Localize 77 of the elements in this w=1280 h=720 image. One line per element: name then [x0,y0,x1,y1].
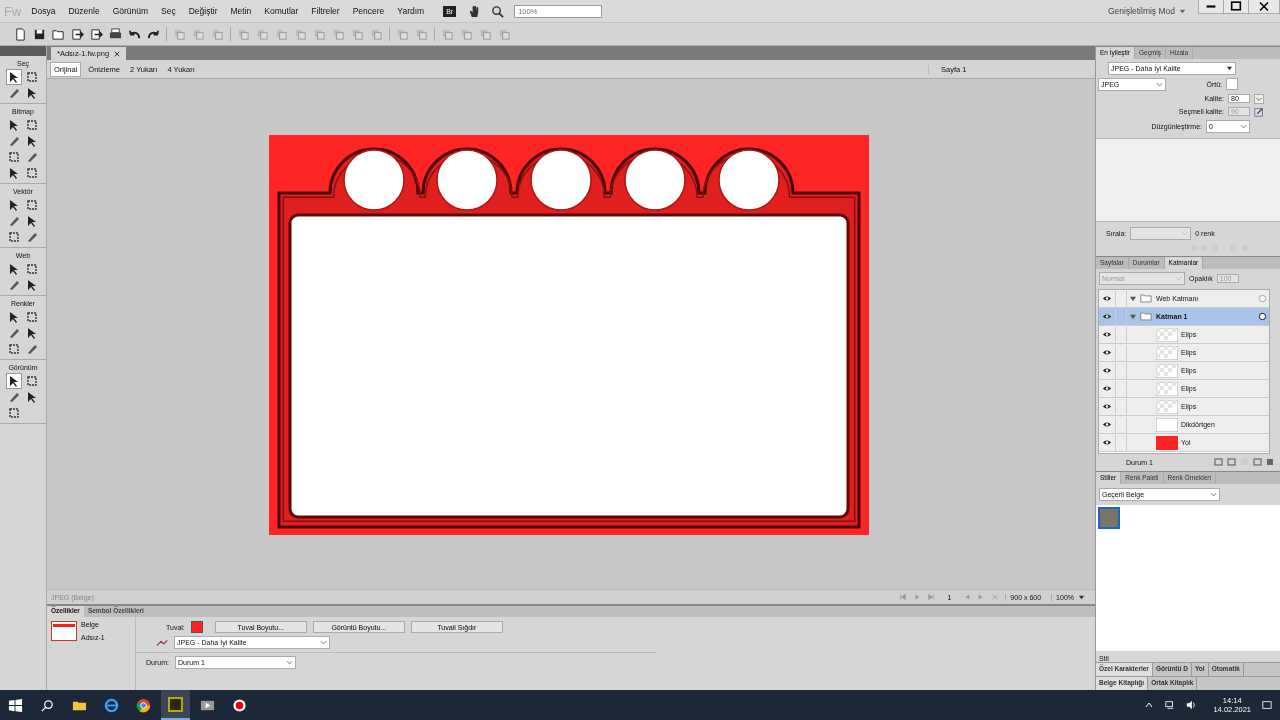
minimize-button[interactable] [1199,0,1224,13]
menu-item[interactable]: Yardım [397,6,425,16]
lock-cell[interactable] [1115,326,1127,343]
matte-swatch[interactable] [1226,78,1238,91]
close-button[interactable] [1249,0,1279,13]
menu-item[interactable]: Komutlar [264,6,299,16]
lock-cell[interactable] [1115,416,1127,433]
menu-item[interactable]: Filtreler [311,6,340,16]
caret-icon [1179,7,1186,15]
caret-icon [1240,122,1247,130]
layer-thumbnail [1156,435,1178,450]
caret-icon [320,639,327,646]
menu-item[interactable]: Dosya [31,6,56,16]
menu-item[interactable]: Düzenle [68,6,100,16]
eye-icon[interactable] [1102,349,1112,357]
lock-cell[interactable] [1115,344,1127,361]
canvas-color-swatch[interactable] [190,621,203,633]
caret-icon [1156,80,1163,88]
volume-icon[interactable] [1186,700,1197,710]
caret-icon [1175,275,1182,283]
workspace-menu[interactable]: Genişletilmiş Mod [1107,6,1186,16]
panel-header-bar [0,46,46,56]
folder-icon[interactable] [52,27,65,41]
expand-triangle-icon[interactable] [1130,313,1136,320]
search-icon[interactable] [40,697,55,713]
menu-item[interactable]: Görünüm [112,6,149,16]
layer-tools-icon[interactable] [1214,458,1274,467]
lock-cell[interactable] [1115,362,1127,379]
import-icon[interactable] [71,27,84,41]
record-icon[interactable] [232,697,247,713]
eye-icon[interactable] [1102,367,1112,375]
layer-thumbnail [1156,417,1178,432]
export-settings-icon[interactable] [156,637,168,648]
caret-icon [1210,490,1217,498]
browser-icon[interactable] [104,697,119,713]
lock-cell[interactable] [1115,434,1127,451]
network-icon[interactable] [1165,700,1176,710]
eye-icon[interactable] [1102,421,1112,429]
eye-icon[interactable] [1102,295,1112,303]
document-thumbnail [51,621,77,641]
caret-icon [285,659,293,666]
folder-icon [1140,312,1152,322]
caret-icon [1181,230,1189,238]
caret-icon [1226,64,1233,72]
browser-icon[interactable] [136,697,151,713]
lock-cell[interactable] [1115,308,1127,325]
edit-icon[interactable] [1254,106,1264,117]
folder-icon [1140,294,1152,304]
eye-icon[interactable] [1102,385,1112,393]
eye-icon[interactable] [1102,331,1112,339]
menu-item[interactable]: Seç [161,6,176,16]
windows-logo-icon[interactable] [8,697,23,713]
tool-icon[interactable] [6,374,21,388]
close-icon[interactable] [114,50,121,57]
lock-cell[interactable] [1115,290,1127,307]
caret-up-icon[interactable] [1144,700,1155,710]
app-icon[interactable] [161,690,190,720]
menu-item[interactable]: Metin [230,6,252,16]
menu-item[interactable]: Değiştir [188,6,218,16]
lock-cell[interactable] [1115,398,1127,415]
expand-triangle-icon[interactable] [1130,295,1136,302]
maximize-button[interactable] [1224,0,1249,13]
notification-icon[interactable] [1262,700,1272,710]
export-icon[interactable] [90,27,103,41]
new-document-icon[interactable] [14,27,27,41]
caret-icon [1078,593,1085,601]
save-icon[interactable] [33,27,46,41]
print-icon[interactable] [109,27,122,41]
eye-icon[interactable] [1102,439,1112,447]
style-swatch[interactable] [1098,506,1120,529]
eye-icon[interactable] [1102,313,1112,321]
lock-cell[interactable] [1115,380,1127,397]
zoom-icon[interactable] [491,4,505,18]
menu-item[interactable]: Pencere [352,6,385,16]
tool-icon[interactable] [6,70,21,84]
circle-icon[interactable] [1258,312,1267,322]
eye-icon[interactable] [1102,403,1112,411]
